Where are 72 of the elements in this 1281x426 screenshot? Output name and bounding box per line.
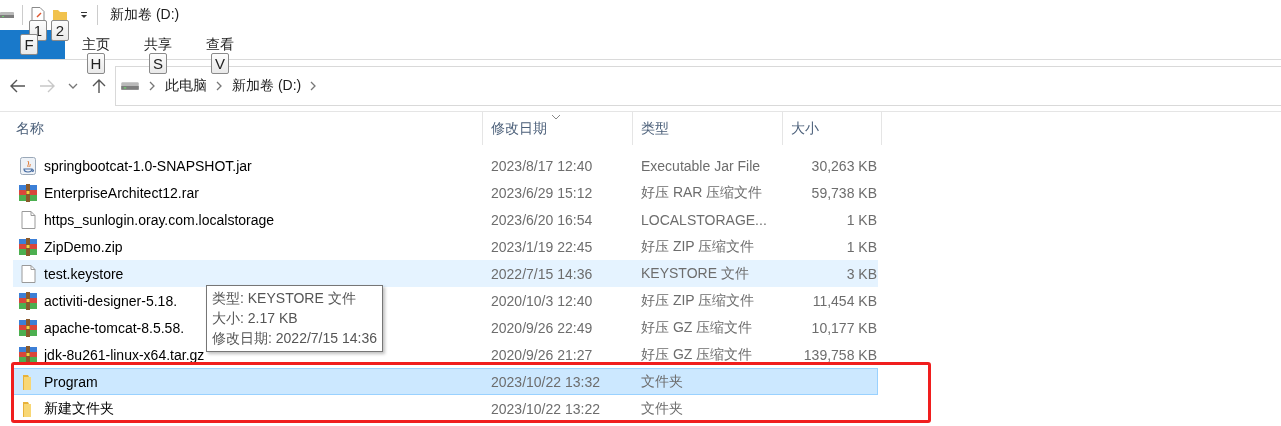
- file-name: Program: [44, 373, 98, 390]
- back-arrow-icon[interactable]: [10, 78, 26, 93]
- file-name: activiti-designer-5.18.: [44, 292, 178, 309]
- file-name: test.keystore: [44, 265, 124, 282]
- modified-date: 2023/10/22 13:22: [491, 400, 600, 417]
- tooltip-line: 类型: KEYSTORE 文件: [212, 289, 357, 308]
- file-size: 139,758 KB: [803, 346, 877, 363]
- archive-icon: [18, 236, 38, 257]
- file-size: 1 KB: [846, 238, 877, 255]
- archive-icon: [18, 344, 38, 365]
- file-type: LOCALSTORAGE...: [641, 211, 767, 228]
- file-name: 新建文件夹: [44, 399, 114, 418]
- modified-date: 2023/6/29 15:12: [491, 184, 593, 201]
- modified-date: 2022/7/15 14:36: [491, 265, 593, 282]
- chevron-right-icon[interactable]: [216, 80, 223, 91]
- modified-date: 2023/1/19 22:45: [491, 238, 593, 255]
- file-type: 好压 GZ 压缩文件: [641, 318, 753, 335]
- keytip: H: [86, 53, 106, 74]
- file-type: KEYSTORE 文件: [641, 264, 749, 281]
- file-row[interactable]: test.keystore 2022/7/15 14:36 KEYSTORE 文件 3 KB: [13, 260, 878, 287]
- file-name: ZipDemo.zip: [44, 238, 123, 255]
- file-name: https_sunlogin.oray.com.localstorage: [44, 211, 275, 228]
- keytip: V: [211, 53, 229, 74]
- chevron-right-icon[interactable]: [310, 80, 318, 91]
- file-row[interactable]: Program 2023/10/22 13:32 文件夹: [13, 368, 878, 395]
- document-icon: [18, 263, 38, 284]
- column-header[interactable]: 大小: [782, 112, 882, 145]
- archive-icon: [18, 290, 38, 311]
- file-name: EnterpriseArchitect12.rar: [44, 184, 199, 201]
- up-arrow-icon[interactable]: [91, 78, 107, 93]
- file-size: 1 KB: [846, 211, 877, 228]
- modified-date: 2023/6/20 16:54: [491, 211, 593, 228]
- dropdown-icon[interactable]: [79, 10, 89, 20]
- file-size: 30,263 KB: [811, 157, 877, 174]
- file-type: Executable Jar File: [641, 157, 761, 174]
- file-type: 好压 RAR 压缩文件: [641, 183, 763, 200]
- column-header[interactable]: 类型: [632, 112, 782, 145]
- breadcrumb[interactable]: 此电脑: [165, 76, 207, 95]
- archive-icon: [18, 182, 38, 203]
- file-name: apache-tomcat-8.5.58.: [44, 319, 185, 336]
- window-title: 新加卷 (D:): [110, 6, 180, 24]
- chevron-down-icon[interactable]: [68, 81, 78, 90]
- file-type: 好压 ZIP 压缩文件: [641, 291, 755, 308]
- file-name: springbootcat-1.0-SNAPSHOT.jar: [44, 157, 252, 174]
- file-size: 59,738 KB: [811, 184, 877, 201]
- file-type: 好压 GZ 压缩文件: [641, 345, 753, 362]
- tooltip-line: 大小: 2.17 KB: [212, 309, 299, 328]
- column-header[interactable]: 修改日期: [482, 112, 632, 145]
- keytip: 2: [51, 20, 69, 41]
- drive-icon: [0, 11, 14, 19]
- document-icon: [18, 209, 38, 230]
- file-size: 3 KB: [846, 265, 877, 282]
- file-size: 10,177 KB: [811, 319, 877, 336]
- drive-icon: [120, 80, 140, 91]
- chevron-right-icon[interactable]: [149, 80, 156, 91]
- keytip: F: [20, 34, 38, 55]
- modified-date: 2020/9/26 22:49: [491, 319, 593, 336]
- file-type: 文件夹: [641, 372, 683, 389]
- modified-date: 2020/10/3 12:40: [491, 292, 593, 309]
- file-type: 文件夹: [641, 399, 683, 416]
- modified-date: 2023/10/22 13:32: [491, 373, 600, 390]
- modified-date: 2023/8/17 12:40: [491, 157, 593, 174]
- archive-icon: [18, 317, 38, 338]
- keytip: S: [149, 53, 167, 74]
- file-size: 11,454 KB: [812, 292, 877, 309]
- jar-file-icon: [18, 155, 38, 176]
- file-name: jdk-8u261-linux-x64.tar.gz: [44, 346, 205, 363]
- breadcrumb[interactable]: 新加卷 (D:): [232, 76, 302, 95]
- file-type: 好压 ZIP 压缩文件: [641, 237, 755, 254]
- column-header[interactable]: 名称: [0, 112, 482, 145]
- tooltip-line: 修改日期: 2022/7/15 14:36: [212, 329, 377, 348]
- modified-date: 2020/9/26 21:27: [491, 346, 593, 363]
